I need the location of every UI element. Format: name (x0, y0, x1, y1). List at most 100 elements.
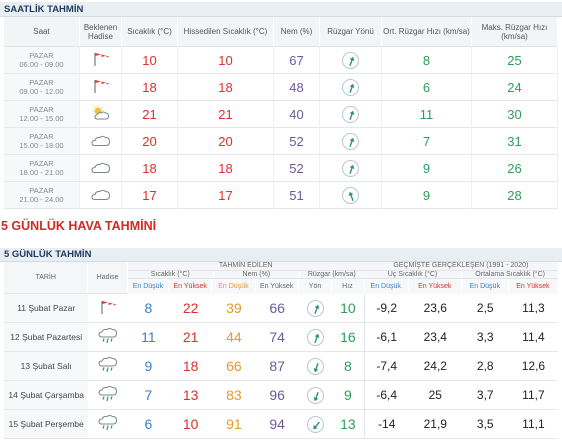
daily-row: 11 Şubat Pazar 8 22 39 66 10 -9,2 23,6 2,5 11,3 (4, 294, 558, 323)
humidity-value: 40 (274, 101, 320, 128)
temperature-value: 18 (122, 74, 178, 101)
header-wind-direction: Rüzgar Yönü (320, 17, 382, 47)
event-cell (88, 381, 128, 410)
feels-like-value: 18 (178, 155, 274, 182)
wind-average-value: 7 (382, 128, 472, 155)
humidity-value: 67 (274, 47, 320, 74)
event-cell (80, 155, 122, 182)
extreme-highest-value: 24,2 (408, 352, 462, 381)
cloud-icon (90, 187, 112, 204)
past-group-label: GEÇMİŞTE GERÇEKLEŞEN (1991 - 2020) (363, 262, 558, 271)
humidity-value: 48 (274, 74, 320, 101)
header-extreme-highest: En Yüksek (408, 279, 462, 294)
wind-direction-cell (298, 352, 333, 381)
hourly-row: PAZAR 15.00 - 18.00 20 20 52 7 31 (4, 128, 558, 155)
temperature-value: 18 (122, 155, 178, 182)
temp-highest-value: 18 (169, 352, 213, 381)
header-wind: Rüzgar (km/sa) (307, 271, 356, 278)
wind-arrow-icon (342, 186, 359, 204)
rain-cloud-icon (97, 356, 119, 377)
wind-direction-cell (298, 294, 333, 323)
wind-arrow-icon (307, 357, 325, 375)
header-wind-direction: Yön (298, 279, 333, 294)
event-cell (80, 101, 122, 128)
wind-max-value: 28 (472, 182, 558, 209)
extreme-lowest-value: -6,1 (363, 323, 409, 352)
wind-max-value: 30 (472, 101, 558, 128)
temp-lowest-value: 8 (127, 294, 170, 323)
feels-like-value: 10 (178, 47, 274, 74)
rain-cloud-icon (97, 414, 119, 435)
wind-direction-cell (298, 381, 333, 410)
daily-forecast-table: TARİH Hadise TAHMİN EDİLEN Sıcaklık (°C)… (4, 262, 558, 439)
feels-like-value: 17 (178, 182, 274, 209)
humidity-lowest-value: 91 (212, 410, 256, 439)
wind-speed-value: 10 (332, 294, 364, 323)
feels-like-value: 18 (178, 74, 274, 101)
humidity-highest-value: 66 (255, 294, 299, 323)
hourly-row: PAZAR 06.00 - 09.00 10 10 67 8 25 (4, 47, 558, 74)
humidity-lowest-value: 66 (212, 352, 256, 381)
wind-speed-value: 16 (332, 323, 364, 352)
date-cell: 12 Şubat Pazartesi (4, 323, 89, 352)
average-lowest-value: 3,5 (461, 410, 509, 439)
date-cell: 15 Şubat Perşembe (4, 410, 89, 439)
hourly-row: PAZAR 18.00 - 21.00 18 18 52 9 26 (4, 155, 558, 182)
humidity-lowest-value: 39 (212, 294, 256, 323)
header-date: TARİH (4, 262, 89, 294)
temp-highest-value: 10 (169, 410, 213, 439)
five-day-heading: 5 GÜNLÜK HAVA TAHMİNİ (1, 219, 157, 233)
wind-average-value: 9 (382, 155, 472, 182)
date-cell: 11 Şubat Pazar (4, 294, 89, 323)
temperature-value: 17 (122, 182, 178, 209)
hourly-row: PAZAR 21.00 - 24.00 17 17 51 9 28 (4, 182, 558, 209)
time-cell: PAZAR 18.00 - 21.00 (4, 155, 80, 182)
humidity-lowest-value: 44 (212, 323, 256, 352)
hourly-forecast-table: Saat Beklenen Hadise Sıcaklık (°C) Hisse… (4, 17, 558, 209)
daily-panel-title: 5 GÜNLÜK TAHMİN (0, 248, 562, 262)
wind-direction-cell (320, 128, 382, 155)
average-lowest-value: 3,7 (461, 381, 509, 410)
date-cell: 13 Şubat Salı (4, 352, 89, 381)
header-average-temperature: Ortalama Sıcaklık (°C) (475, 271, 545, 278)
humidity-highest-value: 87 (255, 352, 299, 381)
header-event: Hadise (88, 262, 128, 294)
extreme-highest-value: 21,9 (408, 410, 462, 439)
time-cell: PAZAR 06.00 - 09.00 (4, 47, 80, 74)
header-average-highest: En Yüksek (508, 279, 558, 294)
header-event: Beklenen Hadise (80, 17, 122, 47)
humidity-highest-value: 94 (255, 410, 299, 439)
temp-lowest-value: 9 (127, 352, 170, 381)
event-cell (88, 323, 128, 352)
wind-arrow-icon (342, 105, 359, 123)
rain-cloud-icon (97, 327, 119, 348)
day-label: PAZAR (29, 105, 54, 114)
header-temperature: Sıcaklık (°C) (122, 17, 178, 47)
daily-row: 12 Şubat Pazartesi 11 21 44 74 16 -6,1 23,4 3,3 1… (4, 323, 558, 352)
header-temperature: Sıcaklık (°C) (128, 271, 214, 278)
temperature-value: 10 (122, 47, 178, 74)
wind-arrow-icon (342, 132, 359, 150)
day-label: PAZAR (29, 186, 54, 195)
hourly-row: PAZAR 09.00 - 12.00 18 18 48 6 24 (4, 74, 558, 101)
feels-like-value: 20 (178, 128, 274, 155)
header-wind-speed: Hız (332, 279, 364, 294)
time-range: 09.00 - 12.00 (19, 87, 64, 96)
temp-lowest-value: 11 (127, 323, 170, 352)
wind-direction-cell (298, 323, 333, 352)
extreme-lowest-value: -6,4 (363, 381, 409, 410)
time-cell: PAZAR 12.00 - 15.00 (4, 101, 80, 128)
temp-highest-value: 21 (169, 323, 213, 352)
cloud-icon (90, 133, 112, 150)
rain-cloud-icon (97, 385, 119, 406)
average-lowest-value: 2,5 (461, 294, 509, 323)
wind-direction-cell (320, 47, 382, 74)
time-cell: PAZAR 15.00 - 18.00 (4, 128, 80, 155)
wind-arrow-icon (307, 299, 325, 317)
temp-lowest-value: 6 (127, 410, 170, 439)
event-cell (88, 352, 128, 381)
header-feels-like: Hissedilen Sıcaklık (°C) (178, 17, 274, 47)
header-time: Saat (4, 17, 80, 47)
extreme-lowest-value: -14 (363, 410, 409, 439)
temperature-value: 21 (122, 101, 178, 128)
